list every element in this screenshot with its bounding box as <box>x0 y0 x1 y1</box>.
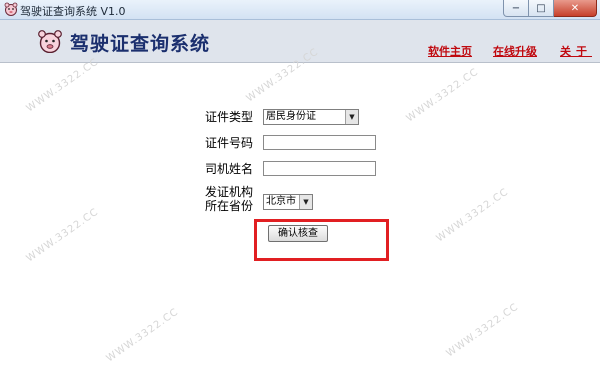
watermark-text: WWW.3322.CC <box>104 306 181 365</box>
minimize-button[interactable]: − <box>503 0 529 17</box>
minimize-icon: − <box>511 2 521 14</box>
cert-type-select[interactable]: 居民身份证 ▼ <box>263 109 359 125</box>
chevron-down-icon[interactable]: ▼ <box>345 110 358 124</box>
title-bar[interactable]: 驾驶证查询系统 V1.0 − □ ✕ <box>0 0 600 20</box>
window-controls: − □ ✕ <box>503 0 597 18</box>
maximize-button[interactable]: □ <box>529 0 554 17</box>
watermark-text: WWW.3322.CC <box>404 66 481 125</box>
window-title: 驾驶证查询系统 V1.0 <box>20 5 126 18</box>
issuing-province-label-line2: 所在省份 <box>205 199 254 213</box>
nav-home-link[interactable]: 软件主页 <box>428 43 472 59</box>
chevron-down-icon[interactable]: ▼ <box>299 195 312 209</box>
watermark-text: WWW.3322.CC <box>434 186 511 245</box>
close-icon: ✕ <box>570 2 580 14</box>
app-icon <box>4 2 18 16</box>
cert-type-label: 证件类型 <box>205 110 254 124</box>
watermark-text: WWW.3322.CC <box>24 206 101 265</box>
cert-type-value: 居民身份证 <box>266 111 316 122</box>
issuing-province-label-line1: 发证机构 <box>205 185 254 199</box>
watermark-text: WWW.3322.CC <box>24 56 101 115</box>
app-window: 驾驶证查询系统 V1.0 − □ ✕ 驾驶证查询系统 软件主页 在线升级 关于 … <box>0 0 600 365</box>
piggy-logo-icon <box>38 30 62 53</box>
cert-number-label: 证件号码 <box>205 136 254 150</box>
watermark-text: WWW.3322.CC <box>444 301 521 360</box>
driver-name-input[interactable] <box>263 161 376 176</box>
cert-number-input[interactable] <box>263 135 376 150</box>
nav-upgrade-link[interactable]: 在线升级 <box>493 43 537 59</box>
maximize-icon: □ <box>536 2 546 14</box>
confirm-check-button[interactable]: 确认核查 <box>268 225 328 242</box>
close-button[interactable]: ✕ <box>554 0 597 17</box>
app-title: 驾驶证查询系统 <box>70 33 211 55</box>
issuing-province-label: 发证机构 所在省份 <box>205 185 253 213</box>
province-select[interactable]: 北京市 ▼ <box>263 194 313 210</box>
nav-about-link[interactable]: 关于 <box>560 43 592 59</box>
province-value: 北京市 <box>266 196 296 207</box>
driver-name-label: 司机姓名 <box>205 162 254 176</box>
